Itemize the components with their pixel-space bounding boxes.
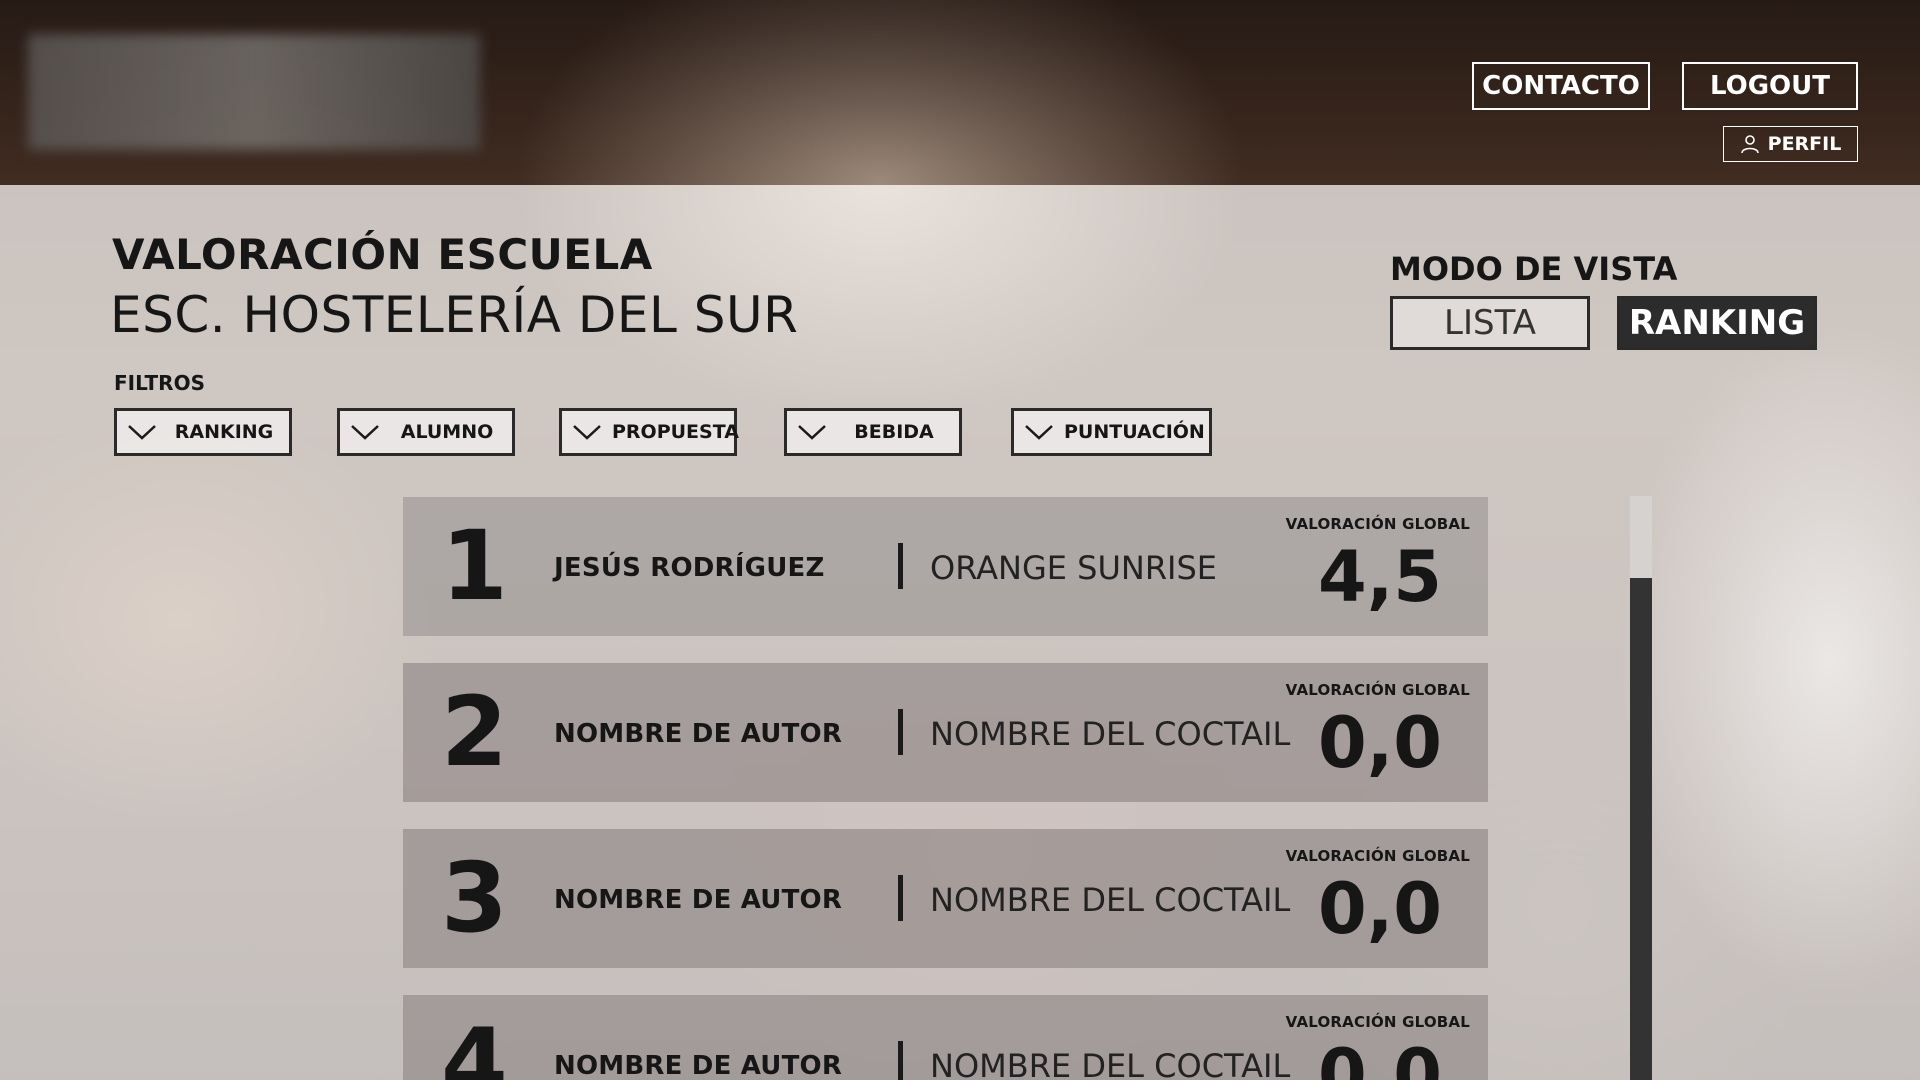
author-name: JESÚS RODRÍGUEZ [554, 553, 825, 583]
separator [898, 1041, 903, 1080]
contacto-button[interactable]: CONTACTO [1472, 62, 1650, 110]
filters-label: FILTROS [114, 371, 205, 395]
ranking-row[interactable]: 2 NOMBRE DE AUTOR NOMBRE DEL COCTAIL VAL… [403, 663, 1488, 802]
global-score: 4,5 [1317, 536, 1442, 618]
logout-button[interactable]: LOGOUT [1682, 62, 1858, 110]
filter-label: ALUMNO [400, 421, 494, 443]
logo[interactable] [28, 34, 480, 150]
chevron-down-icon [1025, 425, 1053, 440]
author-name: NOMBRE DE AUTOR [554, 719, 843, 749]
scrollbar[interactable] [1630, 496, 1652, 1080]
perfil-button[interactable]: PERFIL [1723, 126, 1858, 162]
rank-number: 2 [441, 676, 508, 788]
score-label: VALORACIÓN GLOBAL [1285, 515, 1470, 533]
global-score: 0,0 [1317, 868, 1442, 950]
ranking-row[interactable]: 1 JESÚS RODRÍGUEZ ORANGE SUNRISE VALORAC… [403, 497, 1488, 636]
perfil-label: PERFIL [1767, 133, 1842, 155]
global-score: 0,0 [1317, 702, 1442, 784]
ranking-row[interactable]: 3 NOMBRE DE AUTOR NOMBRE DEL COCTAIL VAL… [403, 829, 1488, 968]
filter-label: PUNTUACIÓN [1064, 421, 1205, 443]
author-name: NOMBRE DE AUTOR [554, 1051, 843, 1080]
rank-number: 1 [441, 510, 508, 622]
user-icon [1740, 135, 1759, 154]
rank-number: 4 [441, 1008, 508, 1080]
filter-propuesta[interactable]: PROPUESTA [559, 408, 739, 456]
chevron-down-icon [128, 425, 156, 440]
cocktail-name: NOMBRE DEL COCTAIL [930, 715, 1291, 753]
view-mode-ranking-button[interactable]: RANKING [1617, 296, 1817, 350]
rank-number: 3 [441, 842, 508, 954]
chevron-down-icon [798, 425, 826, 440]
chevron-down-icon [573, 425, 601, 440]
cocktail-name: NOMBRE DEL COCTAIL [930, 881, 1291, 919]
global-score: 0,0 [1317, 1034, 1442, 1080]
filter-label: BEBIDA [854, 421, 934, 443]
separator [898, 709, 903, 755]
filter-bebida[interactable]: BEBIDA [784, 408, 962, 456]
view-mode-lista-button[interactable]: LISTA [1390, 296, 1590, 350]
score-label: VALORACIÓN GLOBAL [1285, 847, 1470, 865]
separator [898, 875, 903, 921]
chevron-down-icon [351, 425, 379, 440]
separator [898, 543, 903, 589]
scrollbar-thumb[interactable] [1630, 578, 1652, 1080]
score-label: VALORACIÓN GLOBAL [1285, 1013, 1470, 1031]
cocktail-name: NOMBRE DEL COCTAIL [930, 1047, 1291, 1080]
cocktail-name: ORANGE SUNRISE [930, 549, 1218, 587]
filter-puntuacion[interactable]: PUNTUACIÓN [1011, 408, 1212, 456]
ranking-row[interactable]: 4 NOMBRE DE AUTOR NOMBRE DEL COCTAIL VAL… [403, 995, 1488, 1080]
filter-alumno[interactable]: ALUMNO [337, 408, 515, 456]
score-label: VALORACIÓN GLOBAL [1285, 681, 1470, 699]
view-mode-label: MODO DE VISTA [1390, 250, 1678, 288]
filter-label: RANKING [174, 421, 274, 443]
filter-label: PROPUESTA [612, 421, 739, 443]
page-title: VALORACIÓN ESCUELA [112, 230, 653, 279]
school-name: ESC. HOSTELERÍA DEL SUR [110, 286, 799, 344]
filter-ranking[interactable]: RANKING [114, 408, 292, 456]
author-name: NOMBRE DE AUTOR [554, 885, 843, 915]
